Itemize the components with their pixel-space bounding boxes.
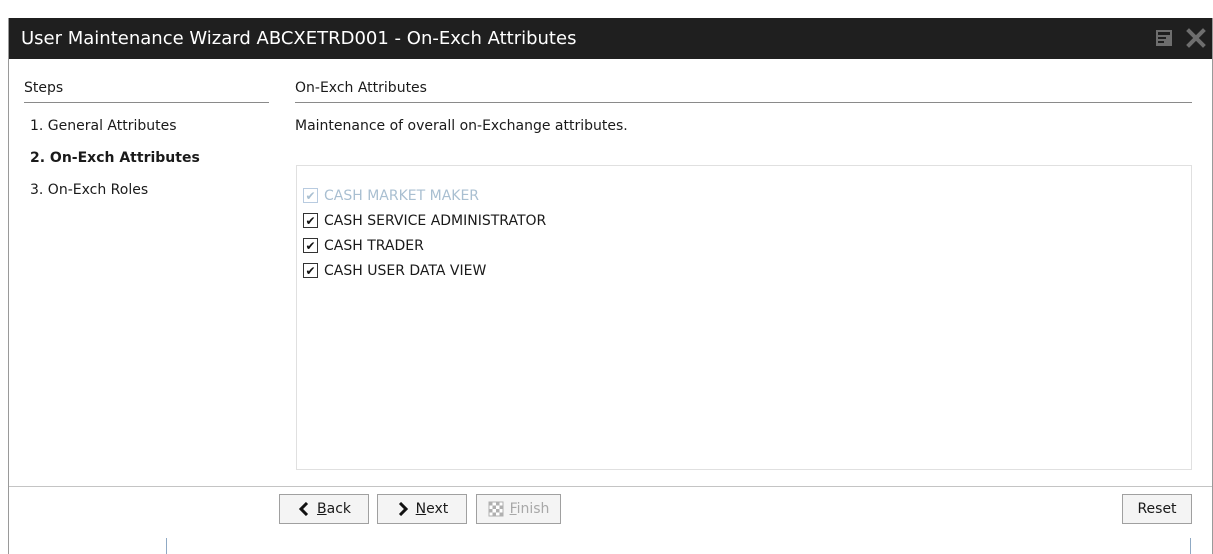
back-button[interactable]: Back [279, 494, 369, 524]
checkered-flag-icon [488, 501, 504, 517]
steps-list: 1. General Attributes 2. On-Exch Attribu… [30, 118, 200, 214]
back-button-label: Back [317, 501, 351, 517]
checkbox-cash-user-data-view[interactable]: ✔ [303, 263, 318, 278]
next-button-label: Next [415, 501, 449, 517]
title-bar-controls [1154, 28, 1206, 48]
status-divider-left [166, 538, 167, 554]
footer-divider [9, 486, 1212, 487]
checkbox-cash-service-administrator[interactable]: ✔ [303, 213, 318, 228]
close-icon[interactable] [1186, 28, 1206, 48]
attribute-label: CASH MARKET MAKER [324, 187, 480, 204]
attributes-list: ✔ CASH MARKET MAKER ✔ CASH SERVICE ADMIN… [303, 183, 546, 283]
attribute-label: CASH SERVICE ADMINISTRATOR [324, 212, 547, 229]
step-general-attributes[interactable]: 1. General Attributes [30, 118, 200, 150]
status-divider-right [1190, 538, 1191, 554]
attribute-label: CASH USER DATA VIEW [324, 262, 487, 279]
chevron-left-icon [298, 502, 309, 516]
attribute-cash-user-data-view[interactable]: ✔ CASH USER DATA VIEW [303, 258, 546, 283]
attribute-cash-service-administrator[interactable]: ✔ CASH SERVICE ADMINISTRATOR [303, 208, 546, 233]
attribute-cash-trader[interactable]: ✔ CASH TRADER [303, 233, 546, 258]
finish-button[interactable]: Finish [476, 494, 561, 524]
step-on-exch-attributes[interactable]: 2. On-Exch Attributes [30, 150, 200, 182]
content-heading: On-Exch Attributes [295, 80, 1192, 103]
reset-button[interactable]: Reset [1122, 494, 1192, 524]
checkbox-cash-trader[interactable]: ✔ [303, 238, 318, 253]
wizard-window: User Maintenance Wizard ABCXETRD001 - On… [8, 18, 1213, 554]
title-bar: User Maintenance Wizard ABCXETRD001 - On… [9, 18, 1212, 59]
chevron-right-icon [398, 502, 408, 516]
steps-heading: Steps [24, 80, 269, 103]
step-on-exch-roles[interactable]: 3. On-Exch Roles [30, 182, 200, 214]
attribute-label: CASH TRADER [324, 237, 424, 254]
window-title: User Maintenance Wizard ABCXETRD001 - On… [21, 28, 577, 49]
next-button[interactable]: Next [377, 494, 467, 524]
attributes-panel: ✔ CASH MARKET MAKER ✔ CASH SERVICE ADMIN… [296, 165, 1192, 470]
content-description: Maintenance of overall on-Exchange attri… [295, 118, 628, 134]
minimize-window-icon[interactable] [1154, 28, 1174, 48]
finish-button-label: Finish [509, 501, 550, 517]
attribute-cash-market-maker: ✔ CASH MARKET MAKER [303, 183, 546, 208]
checkbox-cash-market-maker: ✔ [303, 188, 318, 203]
